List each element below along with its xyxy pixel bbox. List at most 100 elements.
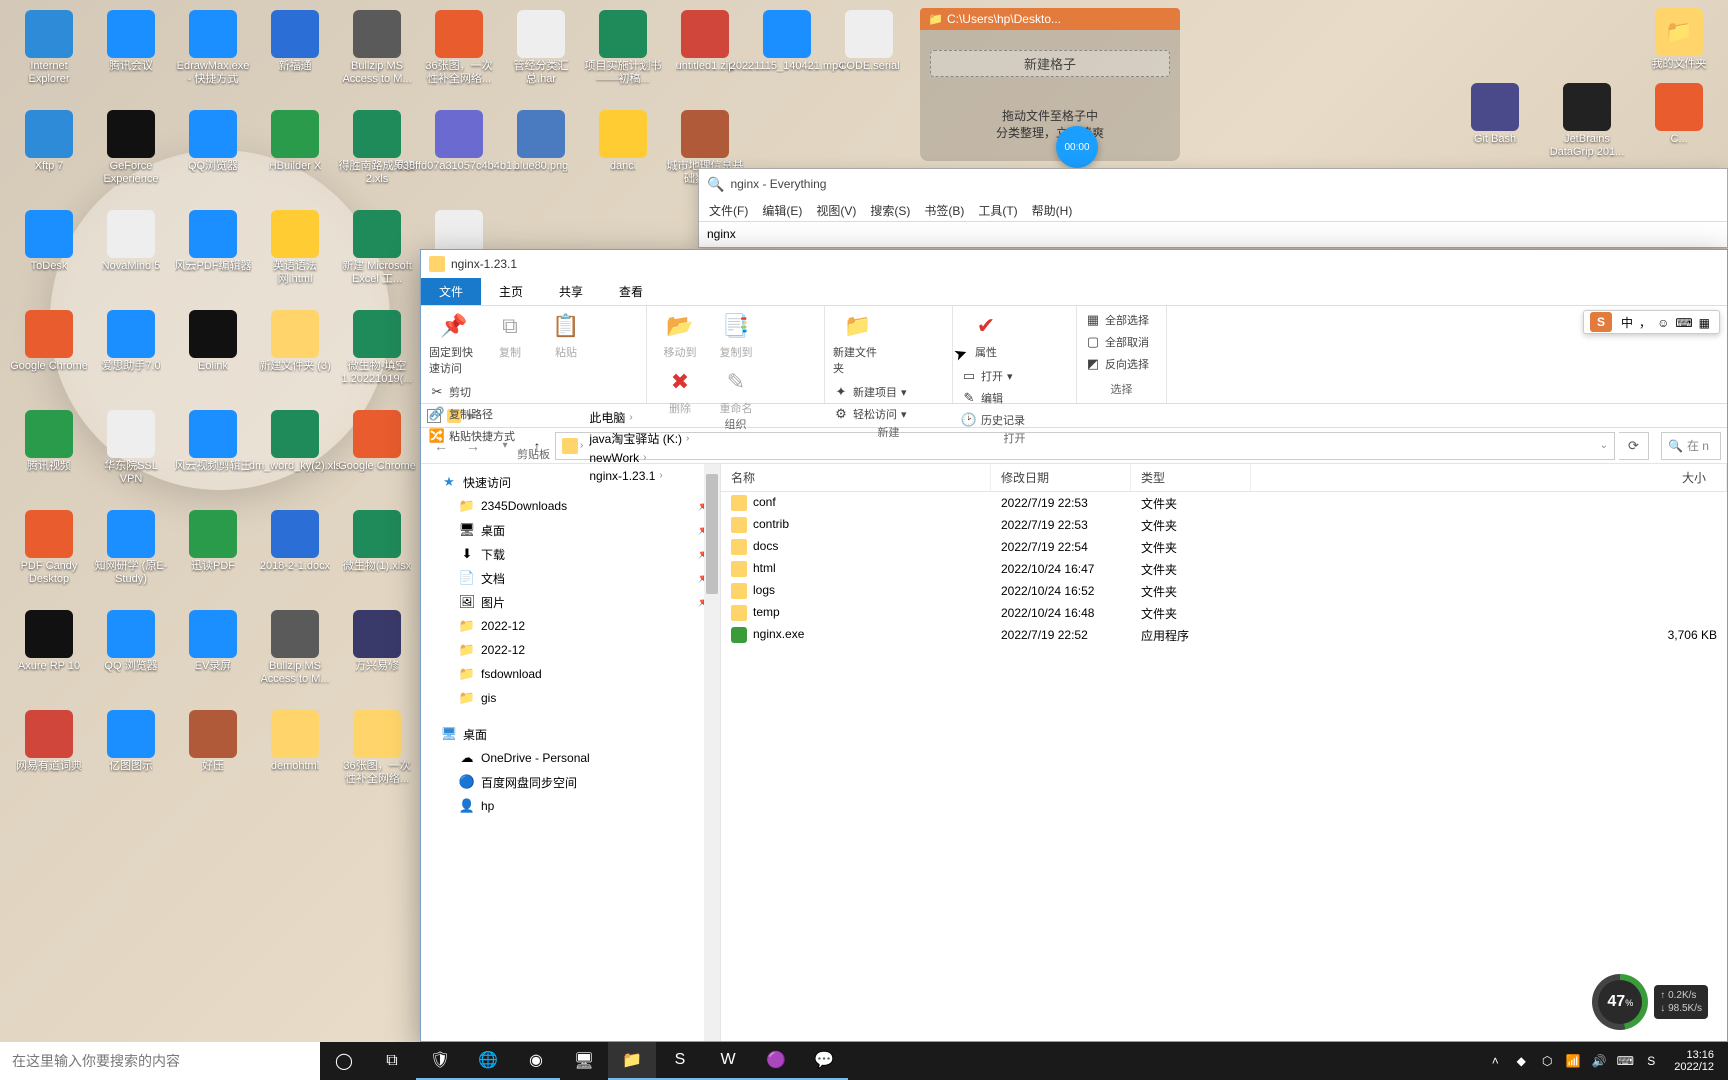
delete-button[interactable]: ✖删除 xyxy=(655,366,705,416)
desktop-icon[interactable]: CODE.serial xyxy=(828,8,910,108)
system-tray[interactable]: ˄ ◆ ⬡ 📶 🔊 ⌨ S 13:162022/12 xyxy=(1478,1049,1728,1073)
desktop-icon[interactable]: NovaMind 5 xyxy=(90,208,172,308)
file-list-header[interactable]: 名称 修改日期 类型 大小 xyxy=(721,464,1727,492)
taskbar-clock[interactable]: 13:162022/12 xyxy=(1668,1049,1720,1073)
refresh-button[interactable]: ⟳ xyxy=(1619,432,1649,460)
menu-item[interactable]: 编辑(E) xyxy=(762,202,802,219)
desktop-icon[interactable]: ToDesk xyxy=(8,208,90,308)
ime-button[interactable]: ⌨ xyxy=(1675,316,1692,330)
desktop-icon[interactable]: GeForce Experience xyxy=(90,108,172,208)
desktop-icon[interactable]: 万兴易修 xyxy=(336,608,418,708)
desktop-icon[interactable]: QQ浏览器 xyxy=(172,108,254,208)
col-date[interactable]: 修改日期 xyxy=(991,464,1131,491)
menu-item[interactable]: 工具(T) xyxy=(978,202,1017,219)
new-item-button[interactable]: ✦新建项目 ▾ xyxy=(833,382,907,402)
desktop-icon[interactable]: Eolink xyxy=(172,308,254,408)
everything-menubar[interactable]: 文件(F)编辑(E)视图(V)搜索(S)书签(B)工具(T)帮助(H) xyxy=(699,199,1727,221)
menu-item[interactable]: 文件(F) xyxy=(709,202,748,219)
desktop-icon[interactable]: QQ 浏览器 xyxy=(90,608,172,708)
desktop-icon[interactable]: 📁我的文件夹 xyxy=(1638,8,1720,71)
desktop-icon[interactable]: 微生物-填空1.20221019(... xyxy=(336,308,418,408)
new-folder-button[interactable]: 📁新建文件夹 xyxy=(833,310,883,376)
everything-window[interactable]: 🔍 nginx - Everything 文件(F)编辑(E)视图(V)搜索(S… xyxy=(698,168,1728,248)
desktop-icon[interactable]: 新建文件夹 (3) xyxy=(254,308,336,408)
scrollbar-thumb[interactable] xyxy=(706,474,718,594)
desktop-icon[interactable]: Bullzip MS Access to M... xyxy=(336,8,418,108)
desktop-icon[interactable]: 得胜南路成果表2.xls xyxy=(336,108,418,208)
desktop-icon[interactable]: 网易有道词典 xyxy=(8,708,90,808)
sidebar-item[interactable]: ☁OneDrive - Personal xyxy=(421,746,720,770)
desktop-icon[interactable]: Axure RP 10 xyxy=(8,608,90,708)
ime-button[interactable]: ▦ xyxy=(1699,316,1710,330)
sidebar-item[interactable]: 📁fsdownload xyxy=(421,662,720,686)
desktop-icon[interactable]: EdrawMax.exe - 快捷方式 xyxy=(172,8,254,108)
tray-icon[interactable]: ◆ xyxy=(1512,1052,1530,1070)
ribbon-tab[interactable]: 共享 xyxy=(541,278,601,305)
sidebar-item[interactable]: 📁2022-12 xyxy=(421,638,720,662)
invert-selection-button[interactable]: ◩反向选择 xyxy=(1085,354,1149,374)
desktop-icon[interactable]: 20221115_140421.mp4 xyxy=(746,8,828,108)
ribbon-tab[interactable]: 查看 xyxy=(601,278,661,305)
desktop-icon[interactable]: 英语语法网.html xyxy=(254,208,336,308)
moveto-button[interactable]: 📂移动到 xyxy=(655,310,705,360)
sidebar-item[interactable]: 📁2022-12 xyxy=(421,614,720,638)
desktop-icon[interactable]: 亿图图示 xyxy=(90,708,172,808)
desktop-icon[interactable]: Google Chrome xyxy=(8,308,90,408)
open-button[interactable]: ▭打开 ▾ xyxy=(961,366,1025,386)
menu-item[interactable]: 搜索(S) xyxy=(870,202,910,219)
chevron-right-icon[interactable]: › xyxy=(686,433,689,444)
sidebar-item[interactable]: 👤hp xyxy=(421,794,720,818)
taskbar-explorer[interactable]: 📁 xyxy=(608,1042,656,1080)
ribbon-tab[interactable]: 文件 xyxy=(421,278,481,305)
sidebar-item[interactable]: 🖥桌面📌 xyxy=(421,518,720,542)
pin-to-quick-button[interactable]: 📌固定到快速访问 xyxy=(429,310,479,376)
tray-icon[interactable]: S xyxy=(1642,1052,1660,1070)
col-type[interactable]: 类型 xyxy=(1131,464,1251,491)
sidebar-item[interactable]: 🔵百度网盘同步空间 xyxy=(421,770,720,794)
organizer-new-grid[interactable]: 新建格子 xyxy=(930,50,1170,77)
file-row[interactable]: contrib2022/7/19 22:53文件夹 xyxy=(721,514,1727,536)
sidebar-item[interactable]: 📁2345Downloads📌 xyxy=(421,494,720,518)
taskbar-app[interactable]: 🛡 xyxy=(416,1042,464,1080)
desktop-icon[interactable]: C... xyxy=(1638,83,1720,159)
edit-button[interactable]: ✎编辑 xyxy=(961,388,1025,408)
desktop-icon[interactable]: untitled1.zip xyxy=(664,8,746,108)
sidebar-item[interactable]: 📄文档📌 xyxy=(421,566,720,590)
taskbar-wechat[interactable]: 💬 xyxy=(800,1042,848,1080)
tray-volume-icon[interactable]: 🔊 xyxy=(1590,1052,1608,1070)
file-row[interactable]: html2022/10/24 16:47文件夹 xyxy=(721,558,1727,580)
tray-expand-icon[interactable]: ˄ xyxy=(1486,1052,1504,1070)
desktop-icon[interactable]: 知网研学 (原E-Study) xyxy=(90,508,172,608)
desktop-icon[interactable]: 迅读PDF xyxy=(172,508,254,608)
desktop-icon[interactable]: 爱思助手7.0 xyxy=(90,308,172,408)
file-row[interactable]: temp2022/10/24 16:48文件夹 xyxy=(721,602,1727,624)
copy-button[interactable]: ⧉复制 xyxy=(485,310,535,360)
taskbar-chrome[interactable]: ◉ xyxy=(512,1042,560,1080)
desktop-icon[interactable]: 微生物(1).xlsx xyxy=(336,508,418,608)
desktop-icon[interactable]: Xftp 7 xyxy=(8,108,90,208)
menu-item[interactable]: 书签(B) xyxy=(924,202,964,219)
tray-ime-icon[interactable]: ⌨ xyxy=(1616,1052,1634,1070)
desktop-icon[interactable]: demohtml xyxy=(254,708,336,808)
rename-button[interactable]: ✎重命名 xyxy=(711,366,761,416)
everything-titlebar[interactable]: 🔍 nginx - Everything xyxy=(699,169,1727,199)
ribbon-tab[interactable]: 主页 xyxy=(481,278,541,305)
desktop-icon[interactable]: 风云PDF编辑器 xyxy=(172,208,254,308)
taskbar[interactable]: 在这里输入你要搜索的内容 ◯ ⧉ 🛡 🌐 ◉ 🖥 📁 S W 🟣 💬 ˄ ◆ ⬡… xyxy=(0,1042,1728,1080)
sidebar-item[interactable]: 🖼图片📌 xyxy=(421,590,720,614)
desktop-organizer-widget[interactable]: 📁C:\Users\hp\Deskto... 新建格子 拖动文件至格子中分类整理… xyxy=(920,8,1180,161)
taskbar-app[interactable]: 🟣 xyxy=(752,1042,800,1080)
tray-icon[interactable]: 📶 xyxy=(1564,1052,1582,1070)
chevron-down-icon[interactable]: ⌄ xyxy=(1600,440,1608,451)
cut-button[interactable]: ✂剪切 xyxy=(429,382,515,402)
copy-path-button[interactable]: 🔗复制路径 xyxy=(429,404,515,424)
tray-icon[interactable]: ⬡ xyxy=(1538,1052,1556,1070)
breadcrumb-bar[interactable]: › 此电脑 ›java淘宝驿站 (K:) ›newWork ›nginx-1.2… xyxy=(555,432,1615,460)
sidebar-item[interactable]: ⬇下载📌 xyxy=(421,542,720,566)
sidebar-quick-access[interactable]: ★快速访问 xyxy=(421,470,720,494)
explorer-window[interactable]: nginx-1.23.1 文件主页共享查看 📌固定到快速访问 ⧉复制 📋粘贴 ✂… xyxy=(420,249,1728,1042)
desktop-icon[interactable]: 好压 xyxy=(172,708,254,808)
recording-timer[interactable]: 00:00 xyxy=(1056,126,1098,168)
sidebar-item[interactable]: 📁gis xyxy=(421,686,720,710)
paste-shortcut-button[interactable]: 🔀粘贴快捷方式 xyxy=(429,426,515,446)
